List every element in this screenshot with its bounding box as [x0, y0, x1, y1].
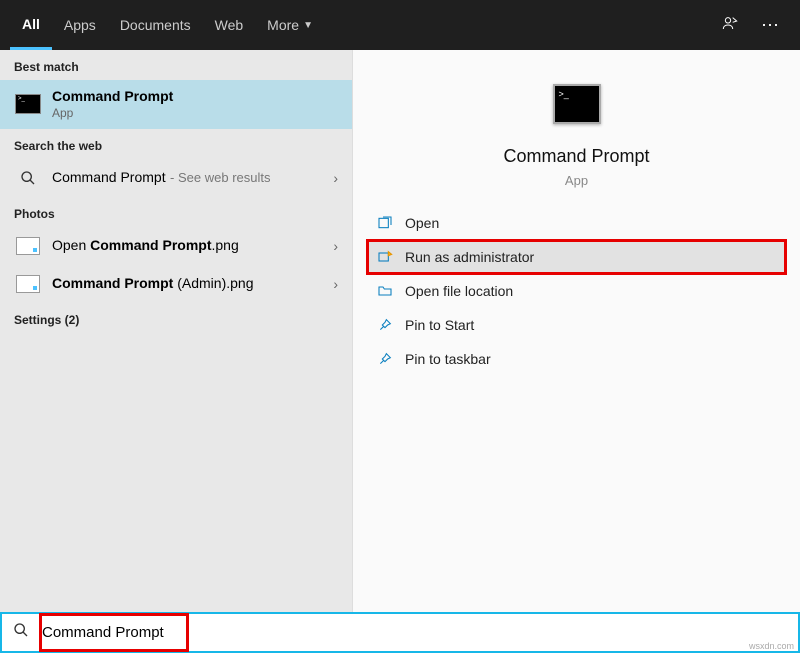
- result-detail-pane: Command Prompt App Open Run as administr…: [352, 50, 800, 612]
- section-best-match: Best match: [0, 50, 352, 80]
- action-open-file-location[interactable]: Open file location: [367, 274, 786, 308]
- search-icon: [14, 167, 42, 189]
- filter-tabbar: All Apps Documents Web More▼ ⋯: [0, 0, 800, 50]
- section-search-web: Search the web: [0, 129, 352, 159]
- tab-more[interactable]: More▼: [255, 0, 325, 50]
- folder-icon: [373, 283, 397, 299]
- tab-all[interactable]: All: [10, 0, 52, 50]
- shield-run-icon: [373, 249, 397, 265]
- chevron-down-icon: ▼: [303, 20, 313, 31]
- tab-documents[interactable]: Documents: [108, 0, 203, 50]
- result-best-command-prompt[interactable]: Command Prompt App: [0, 80, 352, 129]
- more-options-icon[interactable]: ⋯: [750, 15, 790, 36]
- search-input[interactable]: [42, 624, 182, 641]
- tab-apps[interactable]: Apps: [52, 0, 108, 50]
- pin-icon: [373, 317, 397, 333]
- chevron-right-icon: ›: [333, 276, 338, 292]
- search-results-panel: Best match Command Prompt App Search the…: [0, 50, 800, 612]
- action-run-as-administrator[interactable]: Run as administrator: [367, 240, 786, 274]
- section-photos: Photos: [0, 197, 352, 227]
- search-icon: [2, 622, 40, 643]
- image-file-icon: [14, 235, 42, 257]
- result-photo-admin[interactable]: Command Prompt (Admin).png ›: [0, 265, 352, 303]
- command-prompt-icon: [553, 84, 601, 124]
- chevron-right-icon: ›: [333, 170, 338, 186]
- action-open[interactable]: Open: [367, 206, 786, 240]
- section-settings[interactable]: Settings (2): [0, 303, 352, 333]
- feedback-icon[interactable]: [710, 15, 750, 36]
- watermark: wsxdn.com: [749, 641, 794, 651]
- command-prompt-icon: [14, 93, 42, 115]
- image-file-icon: [14, 273, 42, 295]
- pin-icon: [373, 351, 397, 367]
- tab-web[interactable]: Web: [203, 0, 256, 50]
- action-pin-to-taskbar[interactable]: Pin to taskbar: [367, 342, 786, 376]
- results-list: Best match Command Prompt App Search the…: [0, 50, 352, 612]
- detail-subtitle: App: [363, 173, 790, 188]
- result-photo-open[interactable]: Open Command Prompt.png ›: [0, 227, 352, 265]
- detail-title: Command Prompt: [363, 146, 790, 167]
- search-bar[interactable]: [0, 612, 800, 653]
- result-web-command-prompt[interactable]: Command Prompt - See web results ›: [0, 159, 352, 197]
- action-pin-to-start[interactable]: Pin to Start: [367, 308, 786, 342]
- open-icon: [373, 215, 397, 231]
- chevron-right-icon: ›: [333, 238, 338, 254]
